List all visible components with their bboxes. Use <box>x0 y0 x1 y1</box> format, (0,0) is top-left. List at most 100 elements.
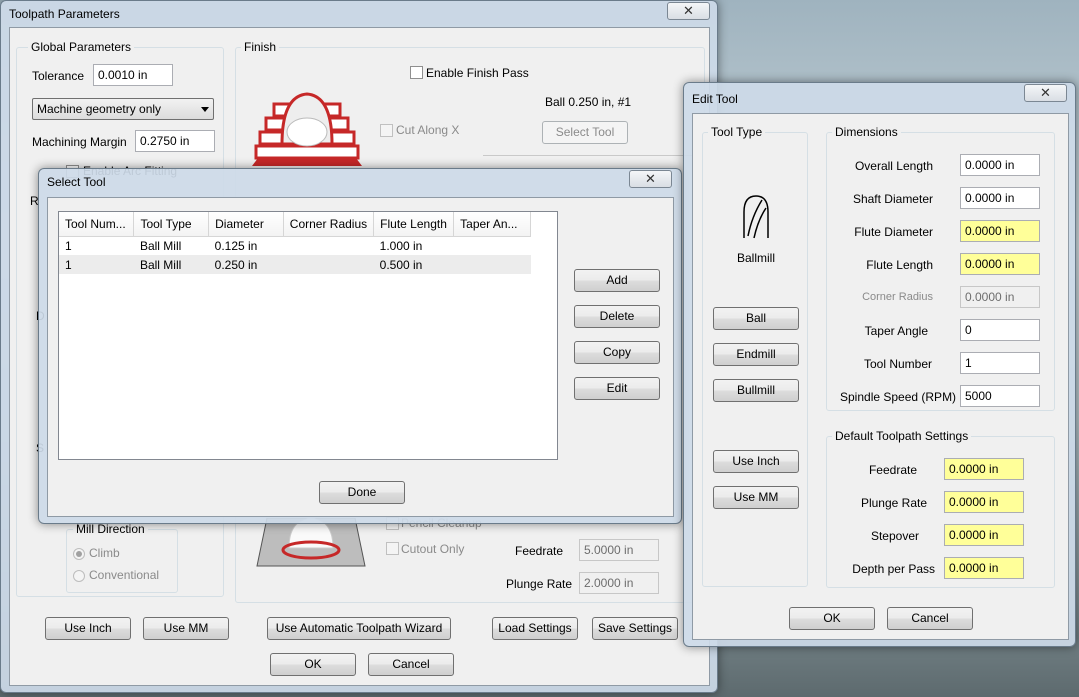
edit-tool-ok-button[interactable]: OK <box>789 607 875 630</box>
shaft-diameter-input[interactable]: 0.0000 in <box>960 187 1040 209</box>
ball-button[interactable]: Ball <box>713 307 799 330</box>
finish-preview-image <box>252 92 362 166</box>
load-settings-button[interactable]: Load Settings <box>492 617 578 640</box>
corner-radius-input[interactable]: 0.0000 in <box>960 286 1040 308</box>
save-settings-button[interactable]: Save Settings <box>592 617 678 640</box>
close-button[interactable]: ✕ <box>667 2 710 20</box>
table-cell: Ball Mill <box>139 238 182 253</box>
delete-tool-button[interactable]: Delete <box>574 305 660 328</box>
tool-table: Tool Num... Tool Type Diameter Corner Ra… <box>59 212 531 274</box>
edit-tool-close-button[interactable]: ✕ <box>1024 84 1067 102</box>
flute-length-label: Flute Length <box>866 258 933 272</box>
use-mm-button[interactable]: Use MM <box>713 486 799 509</box>
select-tool-close-button[interactable]: ✕ <box>629 170 672 188</box>
conventional-radio[interactable] <box>73 570 85 582</box>
select-tool-title: Select Tool <box>47 175 106 189</box>
bullmill-button[interactable]: Bullmill <box>713 379 799 402</box>
enable-finish-label: Enable Finish Pass <box>426 66 529 80</box>
machining-margin-label: Machining Margin <box>32 135 127 149</box>
spindle-speed-input[interactable]: 5000 <box>960 385 1040 407</box>
table-row[interactable]: 1 Ball Mill 0.250 in 0.500 in <box>59 255 531 274</box>
feedrate-input[interactable]: 5.0000 in <box>579 539 659 561</box>
endmill-button[interactable]: Endmill <box>713 343 799 366</box>
mill-direction-group <box>66 529 178 593</box>
default-feedrate-input[interactable]: 0.0000 in <box>944 458 1024 480</box>
flute-length-input[interactable]: 0.0000 in <box>960 253 1040 275</box>
finish-tool-info: Ball 0.250 in, #1 <box>545 95 632 109</box>
toolpath-titlebar[interactable]: Toolpath Parameters ✕ <box>1 1 717 27</box>
copy-tool-button[interactable]: Copy <box>574 341 660 364</box>
stepover-label: Stepover <box>870 529 919 543</box>
overall-length-input[interactable]: 0.0000 in <box>960 154 1040 176</box>
flute-diameter-input[interactable]: 0.0000 in <box>960 220 1040 242</box>
depth-per-pass-label: Depth per Pass <box>852 562 935 576</box>
tool-name-label: Ballmill <box>737 251 776 265</box>
column-header[interactable]: Tool Type <box>133 212 210 237</box>
table-cell: 1.000 in <box>379 238 423 253</box>
window-title: Toolpath Parameters <box>9 7 120 21</box>
toolpath-wizard-button[interactable]: Use Automatic Toolpath Wizard <box>267 617 451 640</box>
edit-tool-dialog: Edit Tool ✕ Tool Type Ballmill Ball Endm… <box>683 82 1076 647</box>
edit-tool-titlebar[interactable]: Edit Tool ✕ <box>684 83 1075 109</box>
global-parameters-label: Global Parameters <box>28 40 135 54</box>
geometry-select[interactable]: Machine geometry only <box>32 98 214 120</box>
use-inch-button[interactable]: Use Inch <box>713 450 799 473</box>
select-tool-titlebar[interactable]: Select Tool ✕ <box>39 169 681 195</box>
cut-along-x-checkbox[interactable] <box>380 124 393 137</box>
mill-direction-label: Mill Direction <box>73 522 148 536</box>
select-tool-dialog: Select Tool ✕ Tool Num... Tool Type Diam… <box>38 168 682 524</box>
tool-number-input[interactable]: 1 <box>960 352 1040 374</box>
overall-length-label: Overall Length <box>854 159 933 173</box>
tool-type-label: Tool Type <box>708 125 766 139</box>
default-feedrate-label: Feedrate <box>868 463 917 477</box>
select-tool-client: Tool Num... Tool Type Diameter Corner Ra… <box>47 197 674 517</box>
done-button[interactable]: Done <box>319 481 405 504</box>
use-mm-button[interactable]: Use MM <box>143 617 229 640</box>
default-toolpath-label: Default Toolpath Settings <box>832 429 972 443</box>
cancel-button[interactable]: Cancel <box>368 653 454 676</box>
geometry-select-value: Machine geometry only <box>37 102 162 116</box>
table-cell: 1 <box>59 255 134 274</box>
stepover-input[interactable]: 0.0000 in <box>944 524 1024 546</box>
shaft-diameter-label: Shaft Diameter <box>852 192 933 206</box>
column-header[interactable]: Tool Num... <box>59 212 135 237</box>
plunge-rate-input[interactable]: 2.0000 in <box>579 572 659 594</box>
table-cell <box>283 236 373 255</box>
column-header[interactable]: Flute Length <box>373 212 455 237</box>
default-plunge-input[interactable]: 0.0000 in <box>944 491 1024 513</box>
taper-angle-input[interactable]: 0 <box>960 319 1040 341</box>
tool-number-label: Tool Number <box>863 357 932 371</box>
close-icon: ✕ <box>683 3 694 18</box>
ballmill-icon <box>743 195 769 239</box>
table-cell <box>454 236 531 255</box>
table-cell <box>283 255 374 274</box>
edit-tool-button[interactable]: Edit <box>574 377 660 400</box>
tolerance-input[interactable]: 0.0010 in <box>93 64 173 86</box>
cut-along-x-label: Cut Along X <box>396 123 460 137</box>
column-header[interactable]: Taper An... <box>453 212 531 237</box>
close-icon: ✕ <box>1040 85 1051 100</box>
climb-radio[interactable] <box>73 548 85 560</box>
climb-label: Climb <box>89 546 120 560</box>
tool-list[interactable]: Tool Num... Tool Type Diameter Corner Ra… <box>58 211 558 460</box>
table-row[interactable]: 1 Ball Mill 0.125 in 1.000 in <box>59 236 531 255</box>
close-icon: ✕ <box>645 171 656 186</box>
table-cell: Ball Mill <box>133 255 209 274</box>
use-inch-button[interactable]: Use Inch <box>45 617 131 640</box>
enable-finish-checkbox[interactable] <box>410 66 423 79</box>
table-cell <box>453 255 531 274</box>
chevron-down-icon <box>201 107 209 112</box>
finish-divider <box>483 155 698 156</box>
depth-per-pass-input[interactable]: 0.0000 in <box>944 557 1024 579</box>
table-cell: 0.500 in <box>373 255 454 274</box>
machining-margin-input[interactable]: 0.2750 in <box>135 130 215 152</box>
feedrate-label: Feedrate <box>515 544 564 558</box>
column-header[interactable]: Corner Radius <box>283 212 375 237</box>
ok-button[interactable]: OK <box>270 653 356 676</box>
add-tool-button[interactable]: Add <box>574 269 660 292</box>
edit-tool-cancel-button[interactable]: Cancel <box>887 607 973 630</box>
select-tool-button[interactable]: Select Tool <box>542 121 628 144</box>
table-cell: 0.250 in <box>208 255 284 274</box>
cutout-only-checkbox[interactable] <box>386 542 399 555</box>
column-header[interactable]: Diameter <box>208 212 284 237</box>
